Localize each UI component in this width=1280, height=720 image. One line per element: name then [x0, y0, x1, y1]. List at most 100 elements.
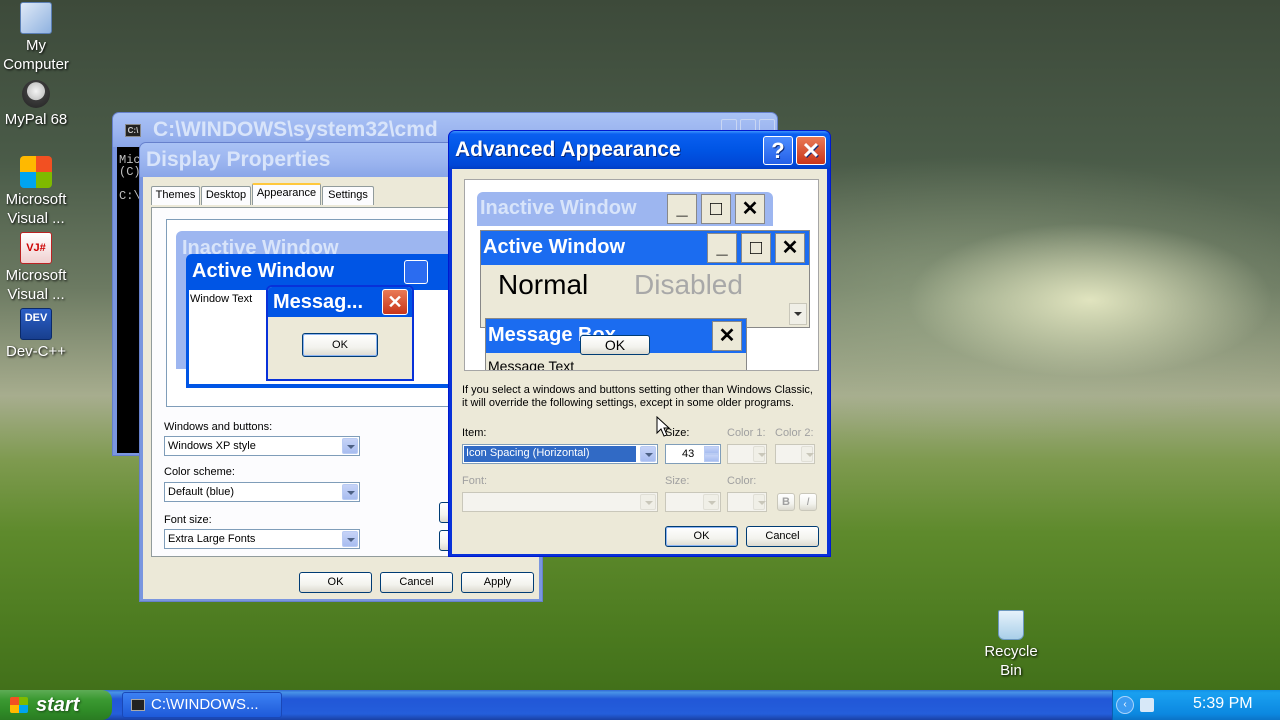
- display-cancel-button[interactable]: Cancel: [380, 572, 453, 593]
- taskbar-button-cmd[interactable]: C:\WINDOWS...: [122, 692, 282, 718]
- color2-label: Color 2:: [775, 427, 814, 439]
- font-color-label: Color:: [727, 475, 757, 487]
- color-scheme-select[interactable]: Default (blue): [164, 482, 360, 502]
- adv-preview-message-text: Message Text: [488, 358, 575, 371]
- desktop-icon-label: Microsoft Visual ...: [5, 191, 67, 227]
- font-size-select[interactable]: Extra Large Fonts: [164, 529, 360, 549]
- color2-picker: [775, 444, 815, 464]
- chevron-down-icon: [753, 494, 766, 510]
- tab-settings[interactable]: Settings: [322, 186, 374, 205]
- adv-preview-active-window: Active Window _ □ ✕ Normal Disabled: [480, 230, 810, 328]
- preview-active-window: Active Window Window Text Messag... ✕ OK: [186, 254, 465, 388]
- taskbar: start C:\WINDOWS... ? ‹ 5:39 PM: [0, 690, 1280, 720]
- start-button[interactable]: start: [0, 690, 112, 720]
- override-info-line: If you select a windows and buttons sett…: [462, 384, 813, 396]
- adv-inactive-maximize-icon: □: [701, 194, 731, 224]
- advanced-preview: Inactive Window _ □ ✕ Active Window _ □ …: [464, 179, 819, 371]
- desktop-icon-mypal[interactable]: MyPal 68: [0, 80, 72, 129]
- desktop-icon-label: My Computer: [3, 37, 69, 73]
- font-color-picker: [727, 492, 767, 512]
- cmd-taskbar-icon: [131, 699, 145, 711]
- advanced-appearance-body: Inactive Window _ □ ✕ Active Window _ □ …: [452, 169, 827, 554]
- desktop-icon-visual-j[interactable]: VJ# Microsoft Visual ...: [0, 232, 72, 304]
- help-button[interactable]: ?: [763, 136, 793, 165]
- desktop-icon-label: MyPal 68: [4, 111, 68, 128]
- desktop-icon-devcpp[interactable]: DEV Dev-C++: [0, 308, 72, 361]
- adv-inactive-minimize-icon: _: [667, 194, 697, 224]
- tab-themes[interactable]: Themes: [151, 186, 200, 205]
- display-apply-button[interactable]: Apply: [461, 572, 534, 593]
- tab-strip: Themes Desktop Appearance Settings: [151, 183, 451, 208]
- color-scheme-value: Default (blue): [168, 486, 235, 498]
- my-computer-icon: [20, 2, 52, 34]
- clock[interactable]: 5:39 PM: [1193, 695, 1253, 713]
- devcpp-icon: DEV: [20, 308, 52, 340]
- adv-active-maximize-icon: □: [741, 233, 771, 263]
- preview-window-text: Window Text: [190, 293, 253, 305]
- visual-j-icon: VJ#: [20, 232, 52, 264]
- visual-studio-icon: [20, 156, 52, 188]
- preview-message-box: Messag... ✕ OK: [266, 285, 414, 381]
- adv-preview-ok-button: OK: [580, 335, 650, 355]
- appearance-preview: Inactive Window Active Window Window Tex…: [166, 219, 466, 407]
- preview-message-titlebar: Messag... ✕: [268, 287, 412, 317]
- adv-inactive-close-icon: ✕: [735, 194, 765, 224]
- tab-appearance[interactable]: Appearance: [252, 183, 321, 205]
- spinner-down-button[interactable]: [704, 454, 719, 462]
- chevron-down-icon[interactable]: [342, 531, 358, 547]
- desktop-icon-visual-studio-1[interactable]: Microsoft Visual ...: [0, 156, 72, 228]
- desktop-icon-label: Dev-C++: [5, 343, 67, 360]
- desktop-icon-label: Microsoft Visual ...: [5, 267, 67, 303]
- system-tray: ‹ 5:39 PM: [1112, 690, 1280, 720]
- adv-message-close-icon: ✕: [712, 321, 742, 351]
- advanced-ok-button[interactable]: OK: [665, 526, 738, 547]
- chevron-down-icon[interactable]: [342, 438, 358, 454]
- close-icon: ✕: [801, 138, 821, 163]
- chevron-down-icon: [640, 494, 656, 510]
- advanced-appearance-window[interactable]: Advanced Appearance ? ✕ Inactive Window …: [448, 130, 831, 557]
- chevron-down-icon[interactable]: [342, 484, 358, 500]
- advanced-cancel-button[interactable]: Cancel: [746, 526, 819, 547]
- windows-buttons-label: Windows and buttons:: [164, 421, 273, 433]
- chevron-down-icon: [753, 446, 766, 462]
- advanced-appearance-title: Advanced Appearance: [455, 138, 681, 161]
- chevron-down-icon[interactable]: [640, 446, 656, 462]
- adv-active-minimize-icon: _: [707, 233, 737, 263]
- adv-preview-message-box: Message Box ✕ Message Text OK: [485, 318, 747, 371]
- item-select-value: Icon Spacing (Horizontal): [466, 447, 590, 459]
- cmd-window-title: C:\WINDOWS\system32\cmd: [153, 118, 438, 141]
- windows-logo-icon: [10, 697, 28, 713]
- tray-expand-icon[interactable]: ‹: [1116, 696, 1134, 714]
- volume-tray-icon[interactable]: [1140, 698, 1154, 712]
- item-select[interactable]: Icon Spacing (Horizontal): [462, 444, 658, 464]
- override-info-line: it will override the following settings,…: [462, 397, 794, 409]
- advanced-appearance-titlebar[interactable]: Advanced Appearance ? ✕: [449, 131, 830, 169]
- color-scheme-label: Color scheme:: [164, 466, 235, 478]
- close-button[interactable]: ✕: [796, 136, 826, 165]
- windows-buttons-value: Windows XP style: [168, 440, 256, 452]
- override-info-text: If you select a windows and buttons sett…: [462, 384, 813, 410]
- display-properties-title: Display Properties: [146, 148, 331, 171]
- windows-buttons-select[interactable]: Windows XP style: [164, 436, 360, 456]
- preview-message-close-icon: ✕: [382, 289, 408, 315]
- taskbar-button-label: C:\WINDOWS...: [151, 696, 259, 713]
- desktop-icon-recycle-bin[interactable]: Recycle Bin: [975, 610, 1047, 680]
- start-label: start: [36, 694, 80, 716]
- item-label: Item:: [462, 427, 487, 439]
- spinner-up-button[interactable]: [704, 446, 719, 454]
- recycle-bin-icon: [998, 610, 1024, 640]
- mypal-icon: [22, 80, 50, 108]
- adv-active-close-icon: ✕: [775, 233, 805, 263]
- display-ok-button[interactable]: OK: [299, 572, 372, 593]
- item-size-value: 43: [682, 448, 695, 460]
- desktop-icon-my-computer[interactable]: My Computer: [0, 2, 72, 74]
- chevron-down-icon: [703, 494, 719, 510]
- adv-preview-normal-menu: Normal: [498, 269, 589, 300]
- desktop-icon-label: Recycle Bin: [984, 643, 1038, 679]
- font-size-label: Size:: [665, 475, 690, 487]
- adv-preview-disabled-menu: Disabled: [634, 269, 743, 300]
- item-size-spinner[interactable]: 43: [665, 444, 721, 464]
- tab-desktop[interactable]: Desktop: [201, 186, 251, 205]
- adv-preview-scrollbar: [789, 303, 807, 325]
- font-size-value: Extra Large Fonts: [168, 533, 256, 545]
